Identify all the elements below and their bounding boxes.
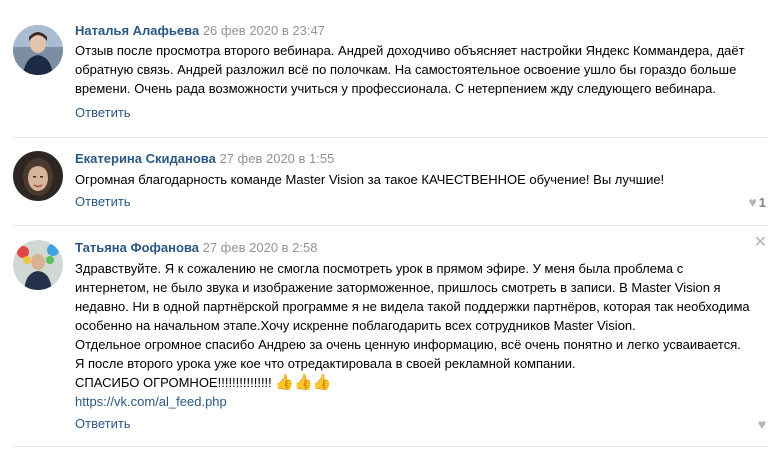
comment-line: интернетом, не было звука и изображение … [75, 280, 721, 295]
heart-icon: ♥ [757, 416, 766, 432]
comment-text: Здравствуйте. Я к сожалению не смогла по… [75, 259, 755, 411]
comment-line: недавно. Ни в одной партнёрской программ… [75, 299, 750, 314]
comment-line: Здравствуйте. Я к сожалению не смогла по… [75, 261, 684, 276]
comments-list: Наталья Алафьева 26 фев 2020 в 23:47 Отз… [0, 0, 780, 453]
avatar[interactable] [13, 240, 63, 290]
comment-header: Татьяна Фофанова 27 фев 2020 в 2:58 [75, 239, 317, 256]
comment-date[interactable]: 27 фев 2020 в 2:58 [203, 240, 318, 255]
reply-button[interactable]: Ответить [75, 415, 131, 432]
comment-line: Я после второго урока уже кое что отреда… [75, 356, 576, 371]
comment-line: СПАСИБО ОГРОМНОЕ!!!!!!!!!!!!!!! 👍👍👍 [75, 373, 755, 392]
thumbs-up-icon: 👍👍👍 [275, 374, 332, 391]
comment-link[interactable]: https://vk.com/al_feed.php [75, 392, 755, 411]
comment-line: особенно на начальном этапе.Хочу искренн… [75, 318, 636, 333]
comment-line: Отдельное огромное спасибо Андрею за оче… [75, 337, 741, 352]
like-button[interactable]: ♥ [758, 416, 766, 433]
divider [13, 446, 768, 447]
comment-line-text: СПАСИБО ОГРОМНОЕ!!!!!!!!!!!!!!! [75, 375, 272, 390]
avatar-photo [13, 240, 63, 290]
comment-item: Татьяна Фофанова 27 фев 2020 в 2:58 ✕ Зд… [0, 0, 780, 453]
author-name[interactable]: Татьяна Фофанова [75, 240, 199, 255]
close-icon[interactable]: ✕ [754, 235, 767, 251]
